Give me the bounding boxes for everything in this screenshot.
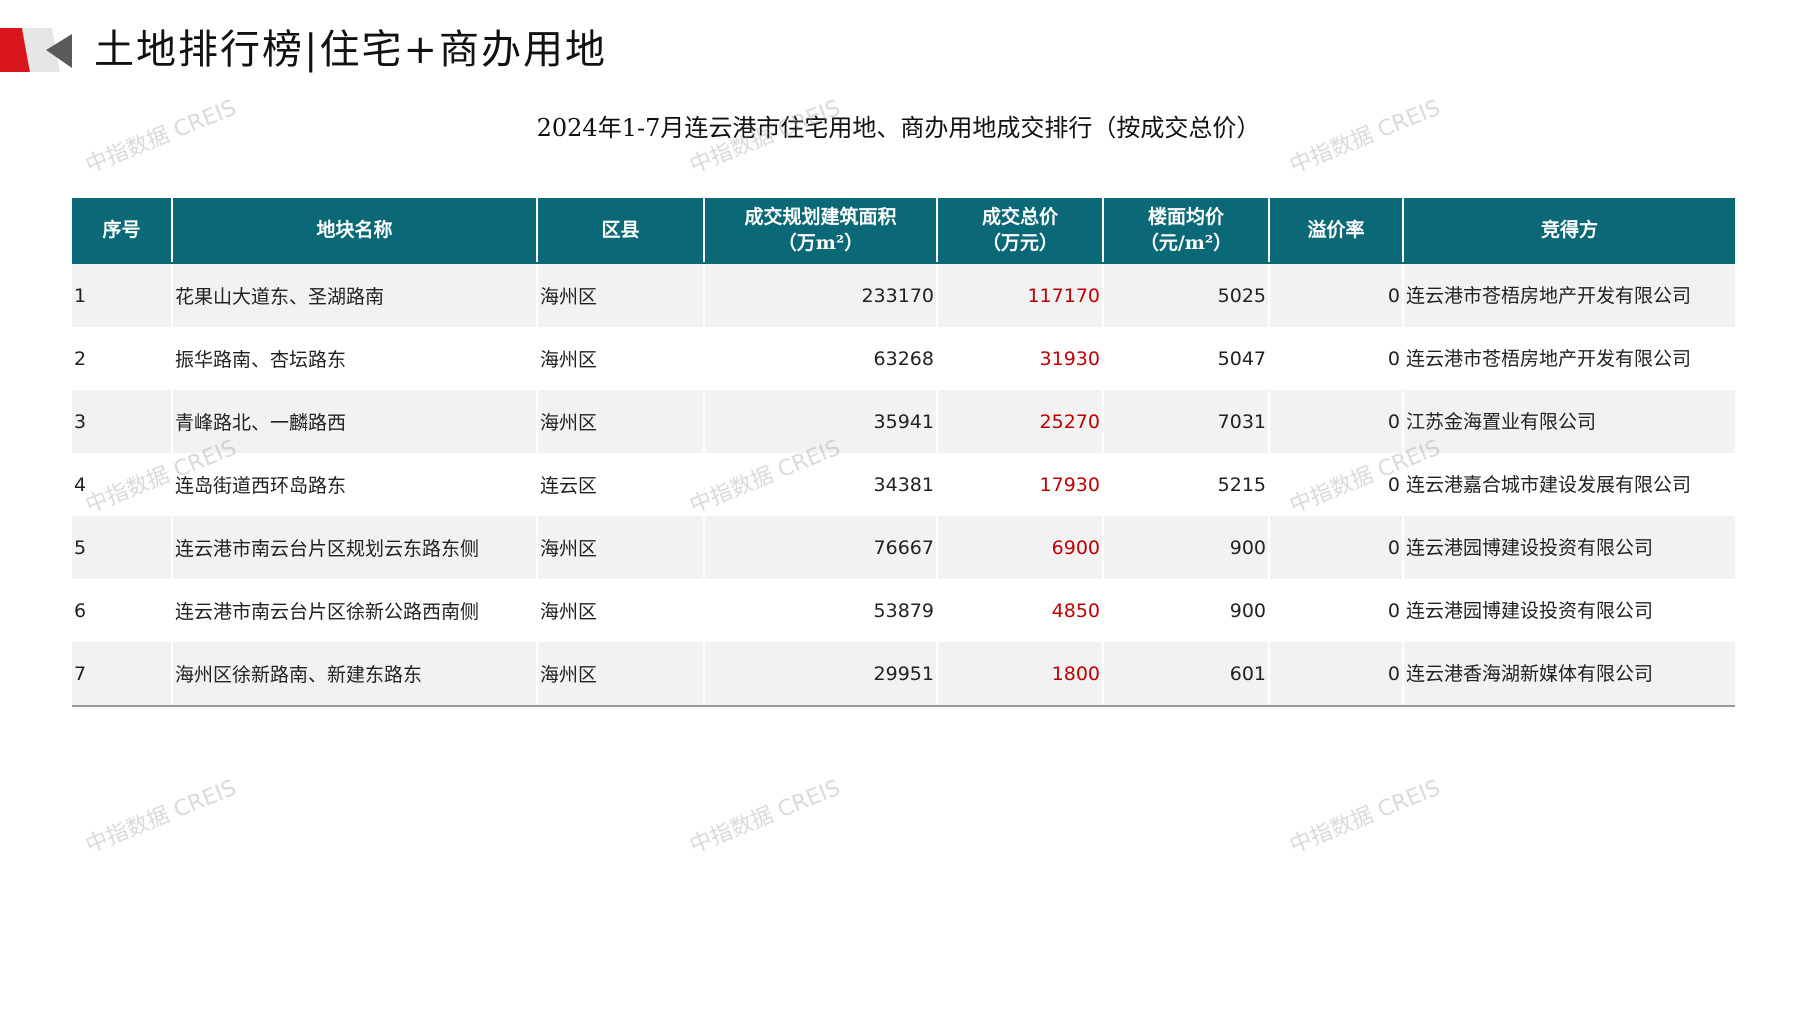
column-header: 成交规划建筑面积 （万m²）: [703, 198, 937, 264]
land-name-cell: 海州区徐新路南、新建东路东: [171, 642, 537, 707]
premium-cell: 0: [1268, 579, 1403, 642]
price-cell: 25270: [936, 390, 1103, 453]
land-name-cell: 连岛街道西环岛路东: [171, 453, 537, 516]
unit-price-cell: 7031: [1102, 390, 1269, 453]
premium-cell: 0: [1268, 263, 1403, 327]
land-ranking-table: 序号 地块名称 区县 成交规划建筑面积 （万m²） 成交总价 （万元） 楼面均价 （元…: [72, 198, 1735, 707]
table-row: 5 连云港市南云台片区规划云东路东侧 海州区 76667 6900 900 0 …: [72, 516, 1735, 579]
rank-cell: 5: [72, 516, 172, 579]
column-header: 溢价率: [1268, 198, 1403, 264]
price-cell: 4850: [936, 579, 1103, 642]
district-cell: 连云区: [536, 453, 704, 516]
land-name-cell: 青峰路北、一麟路西: [171, 390, 537, 453]
area-cell: 29951: [703, 642, 937, 707]
rank-cell: 3: [72, 390, 172, 453]
buyer-cell: 江苏金海置业有限公司: [1402, 390, 1735, 453]
brand-logo-icon: [0, 28, 72, 72]
area-cell: 76667: [703, 516, 937, 579]
premium-cell: 0: [1268, 390, 1403, 453]
unit-price-cell: 5215: [1102, 453, 1269, 516]
price-cell: 1800: [936, 642, 1103, 707]
column-header: 地块名称: [171, 198, 537, 264]
buyer-cell: 连云港香海湖新媒体有限公司: [1402, 642, 1735, 707]
unit-price-cell: 5025: [1102, 263, 1269, 327]
unit-price-cell: 601: [1102, 642, 1269, 707]
buyer-cell: 连云港市苍梧房地产开发有限公司: [1402, 263, 1735, 327]
table-row: 2 振华路南、杏坛路东 海州区 63268 31930 5047 0 连云港市苍…: [72, 327, 1735, 390]
district-cell: 海州区: [536, 327, 704, 390]
rank-cell: 6: [72, 579, 172, 642]
table-subtitle: 2024年1-7月连云港市住宅用地、商办用地成交排行（按成交总价）: [536, 114, 1261, 142]
district-cell: 海州区: [536, 642, 704, 707]
land-name-cell: 花果山大道东、圣湖路南: [171, 263, 537, 327]
price-cell: 6900: [936, 516, 1103, 579]
page-title: 土地排行榜|住宅+商办用地: [94, 27, 607, 73]
table-row: 1 花果山大道东、圣湖路南 海州区 233170 117170 5025 0 连…: [72, 263, 1735, 327]
column-header: 竞得方: [1402, 198, 1735, 264]
premium-cell: 0: [1268, 516, 1403, 579]
area-cell: 34381: [703, 453, 937, 516]
buyer-cell: 连云港嘉合城市建设发展有限公司: [1402, 453, 1735, 516]
unit-price-cell: 900: [1102, 579, 1269, 642]
premium-cell: 0: [1268, 327, 1403, 390]
buyer-cell: 连云港市苍梧房地产开发有限公司: [1402, 327, 1735, 390]
area-cell: 53879: [703, 579, 937, 642]
area-cell: 233170: [703, 263, 937, 327]
land-name-cell: 连云港市南云台片区规划云东路东侧: [171, 516, 537, 579]
table-row: 7 海州区徐新路南、新建东路东 海州区 29951 1800 601 0 连云港…: [72, 642, 1735, 707]
column-header: 成交总价 （万元）: [936, 198, 1103, 264]
district-cell: 海州区: [536, 579, 704, 642]
price-cell: 17930: [936, 453, 1103, 516]
rank-cell: 1: [72, 263, 172, 327]
price-cell: 117170: [936, 263, 1103, 327]
table-header-row: 序号 地块名称 区县 成交规划建筑面积 （万m²） 成交总价 （万元） 楼面均价 （元…: [72, 198, 1735, 264]
watermark: 中指数据 CREIS: [1286, 775, 1444, 859]
district-cell: 海州区: [536, 516, 704, 579]
area-cell: 63268: [703, 327, 937, 390]
table-row: 4 连岛街道西环岛路东 连云区 34381 17930 5215 0 连云港嘉合…: [72, 453, 1735, 516]
price-cell: 31930: [936, 327, 1103, 390]
column-header: 序号: [72, 198, 172, 264]
rank-cell: 4: [72, 453, 172, 516]
buyer-cell: 连云港园博建设投资有限公司: [1402, 579, 1735, 642]
rank-cell: 7: [72, 642, 172, 707]
district-cell: 海州区: [536, 390, 704, 453]
premium-cell: 0: [1268, 453, 1403, 516]
watermark: 中指数据 CREIS: [686, 775, 844, 859]
land-name-cell: 振华路南、杏坛路东: [171, 327, 537, 390]
area-cell: 35941: [703, 390, 937, 453]
land-name-cell: 连云港市南云台片区徐新公路西南侧: [171, 579, 537, 642]
column-header: 区县: [536, 198, 704, 264]
unit-price-cell: 900: [1102, 516, 1269, 579]
buyer-cell: 连云港园博建设投资有限公司: [1402, 516, 1735, 579]
column-header: 楼面均价 （元/m²）: [1102, 198, 1269, 264]
premium-cell: 0: [1268, 642, 1403, 707]
rank-cell: 2: [72, 327, 172, 390]
watermark: 中指数据 CREIS: [82, 775, 240, 859]
unit-price-cell: 5047: [1102, 327, 1269, 390]
district-cell: 海州区: [536, 263, 704, 327]
table-row: 6 连云港市南云台片区徐新公路西南侧 海州区 53879 4850 900 0 …: [72, 579, 1735, 642]
table-row: 3 青峰路北、一麟路西 海州区 35941 25270 7031 0 江苏金海置…: [72, 390, 1735, 453]
